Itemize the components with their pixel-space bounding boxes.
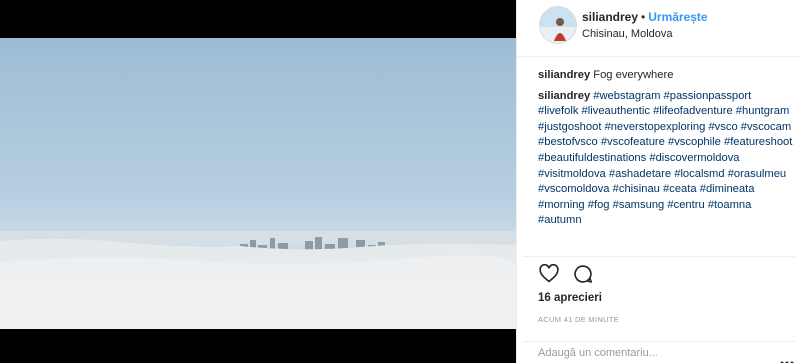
- likes-count[interactable]: 16 aprecieri: [538, 292, 602, 304]
- hashtag-link[interactable]: #chisinau: [613, 183, 663, 195]
- more-options-icon[interactable]: [780, 352, 794, 363]
- hashtag-link[interactable]: #vscocam: [741, 121, 791, 133]
- hashtag-link[interactable]: #lifeofadventure: [653, 105, 736, 117]
- hashtag-link[interactable]: #vsco: [708, 121, 740, 133]
- comments-section: siliandrey Fog everywhere siliandrey #webs…: [538, 68, 798, 229]
- hashtag-link[interactable]: #justgoshoot: [538, 121, 605, 133]
- hashtag-link[interactable]: #featureshoot: [724, 136, 792, 148]
- follow-button[interactable]: Urmărește: [648, 10, 707, 24]
- comment-input[interactable]: [538, 347, 758, 359]
- caption-text: Fog everywhere: [593, 69, 674, 81]
- location-link[interactable]: Chisinau, Moldova: [582, 28, 673, 40]
- hashtags-comment: siliandrey #webstagram #passionpassport #li…: [538, 89, 793, 229]
- post-photo[interactable]: [0, 38, 516, 329]
- post-media: [0, 0, 516, 363]
- hashtag-link[interactable]: #localsmd: [674, 168, 727, 180]
- post-header: siliandrey • Urmărește Chisinau, Moldova: [517, 0, 800, 57]
- hashtag-link[interactable]: #ceata: [663, 183, 700, 195]
- caption: siliandrey Fog everywhere: [538, 68, 798, 84]
- hashtag-link[interactable]: #samsung: [613, 199, 668, 211]
- hashtag-link[interactable]: #morning: [538, 199, 588, 211]
- hashtag-link[interactable]: #dimineata: [700, 183, 755, 195]
- hashtag-link[interactable]: #liveauthentic: [582, 105, 654, 117]
- comment-box: [523, 341, 795, 363]
- hashtag-link[interactable]: #neverstopexploring: [605, 121, 709, 133]
- hashtag-link[interactable]: #passionpassport: [664, 90, 752, 102]
- comment-bubble-icon[interactable]: [573, 264, 593, 284]
- post-timestamp[interactable]: ACUM 41 DE MINUTE: [538, 315, 619, 324]
- avatar[interactable]: [539, 6, 577, 44]
- actions-divider: [523, 256, 795, 257]
- hashtag-link[interactable]: #visitmoldova: [538, 168, 609, 180]
- hashtag-link[interactable]: #vscophile: [668, 136, 724, 148]
- hashtag-link[interactable]: #webstagram: [593, 90, 663, 102]
- hashtags-username[interactable]: siliandrey: [538, 90, 590, 102]
- post-sidebar: siliandrey • Urmărește Chisinau, Moldova s…: [516, 0, 800, 363]
- hashtag-link[interactable]: #livefolk: [538, 105, 582, 117]
- hashtag-link[interactable]: #vscomoldova: [538, 183, 613, 195]
- hashtag-link[interactable]: #fog: [588, 199, 613, 211]
- hashtag-link[interactable]: #orasulmeu: [728, 168, 786, 180]
- caption-username[interactable]: siliandrey: [538, 69, 590, 81]
- hashtag-link[interactable]: #autumn: [538, 214, 582, 226]
- hashtag-link[interactable]: #discovermoldova: [649, 152, 739, 164]
- user-line: siliandrey • Urmărește: [582, 10, 708, 24]
- hashtag-link[interactable]: #vscofeature: [601, 136, 668, 148]
- hashtag-link[interactable]: #huntgram: [736, 105, 790, 117]
- hashtag-link[interactable]: #toamna: [708, 199, 752, 211]
- hashtag-link[interactable]: #ashadetare: [609, 168, 674, 180]
- hashtag-link[interactable]: #beautifuldestinations: [538, 152, 649, 164]
- username-link[interactable]: siliandrey: [582, 10, 638, 24]
- hashtag-link[interactable]: #bestofvsco: [538, 136, 601, 148]
- separator-dot: •: [641, 10, 646, 24]
- hashtag-link[interactable]: #centru: [667, 199, 707, 211]
- heart-icon[interactable]: [539, 263, 559, 283]
